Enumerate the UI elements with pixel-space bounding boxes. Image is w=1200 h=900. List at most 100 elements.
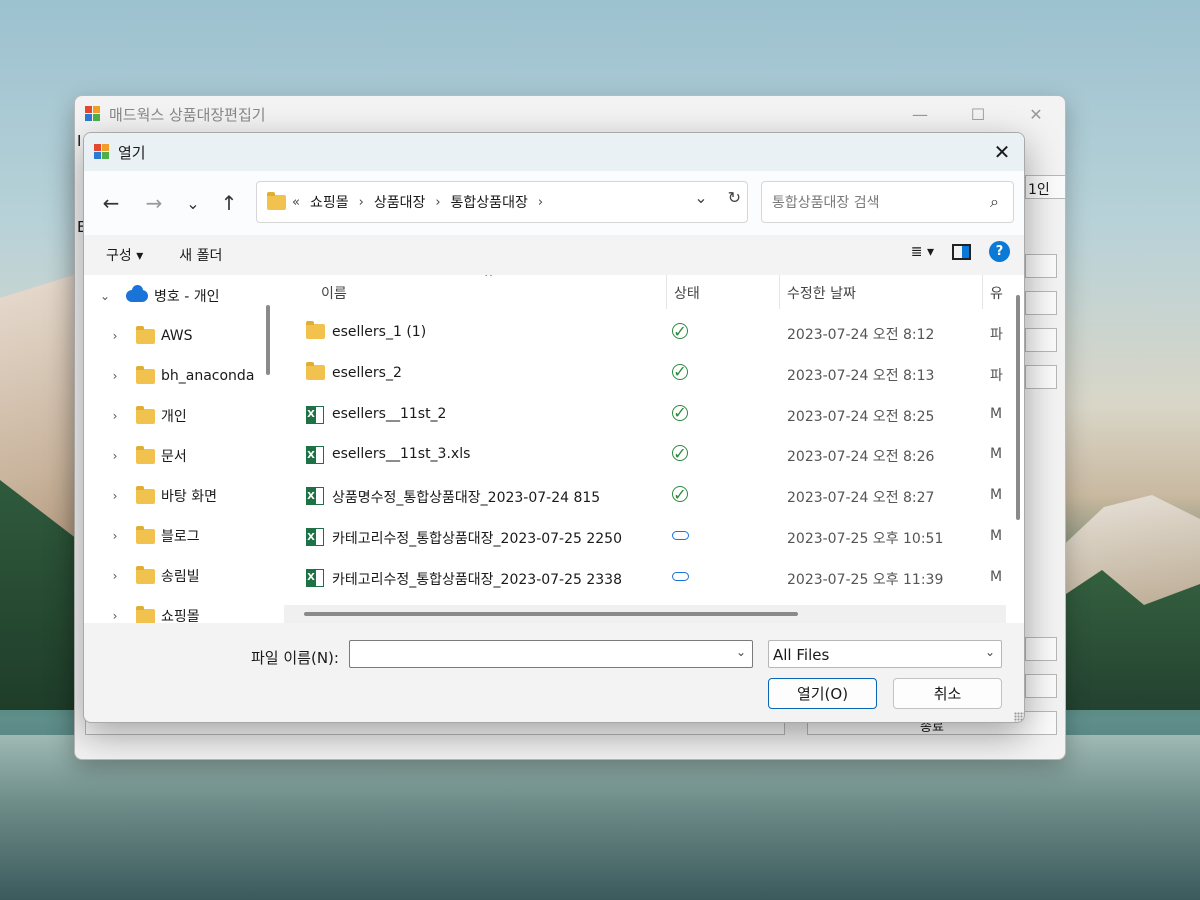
back-icon[interactable]: ← [96,189,126,217]
synced-check-icon: ✓ [672,443,688,463]
tree-item[interactable]: › 송림빌 [108,557,200,595]
chevron-right-icon[interactable]: › [108,329,122,343]
chevron-down-icon[interactable]: ⌄ [98,289,112,303]
chevron-right-icon[interactable]: › [108,489,122,503]
file-date: 2023-07-24 오전 8:25 [787,408,935,425]
tree-item-label: AWS [161,328,193,344]
column-divider[interactable] [982,275,983,309]
folder-icon [136,405,155,424]
file-list: ^ 이름 상태 수정한 날짜 유 esellers_1 (1) ✓ 2023-07-… [284,275,1024,623]
cancel-button[interactable]: 취소 [893,678,1002,709]
close-icon[interactable]: ✕ [1007,96,1065,132]
search-icon[interactable]: ⌕ [990,192,999,212]
parent-side-button-2[interactable] [1025,291,1057,315]
column-divider[interactable] [666,275,667,309]
file-row[interactable]: esellers__11st_3.xls ✓ 2023-07-24 오전 8:26 M [284,435,1004,475]
column-header-modified[interactable]: 수정한 날짜 [787,283,856,303]
refresh-icon[interactable]: ↻ [728,188,741,207]
close-icon[interactable]: ✕ [986,136,1018,168]
parent-side-button-5[interactable] [1025,637,1057,661]
parent-side-button-3[interactable] [1025,328,1057,352]
tree-item[interactable]: › 문서 [108,437,187,475]
tree-item[interactable]: › bh_anaconda [108,357,254,395]
forward-icon[interactable]: → [139,189,169,217]
maximize-icon[interactable]: ☐ [949,96,1007,132]
address-bar[interactable]: « 쇼핑몰 › 상품대장 › 통합상품대장 › ⌄ ↻ [256,181,748,223]
breadcrumb-item[interactable]: 통합상품대장 [451,192,528,212]
organize-menu-button[interactable]: 구성 ▾ [106,245,143,265]
filename-label: 파일 이름(N): [251,649,339,667]
filetype-select[interactable]: All Files ⌄ [768,640,1002,668]
filetype-value: All Files [773,646,830,664]
breadcrumb-item[interactable]: 상품대장 [374,192,426,212]
file-type: 파 [990,367,1003,384]
breadcrumb-separator[interactable]: › [538,195,543,210]
up-icon[interactable]: ↑ [214,189,244,217]
folder-icon [136,525,155,544]
chevron-right-icon[interactable]: › [108,609,122,623]
chevron-right-icon[interactable]: › [108,369,122,383]
view-options-icon[interactable]: ≣ ▾ [911,244,934,260]
chevron-down-icon[interactable]: ⌄ [985,645,995,659]
command-toolbar: 구성 ▾ 새 폴더 ≣ ▾ ? [84,235,1024,275]
file-list-horizontal-scrollbar[interactable] [284,605,1006,623]
file-row[interactable]: esellers_1 (1) ✓ 2023-07-24 오전 8:12 파 [284,313,1004,353]
breadcrumb-separator[interactable]: › [359,195,364,210]
column-divider[interactable] [779,275,780,309]
new-folder-button[interactable]: 새 폴더 [179,245,222,265]
preview-pane-icon[interactable] [952,243,971,260]
address-actions: ⌄ ↻ [694,188,741,207]
address-overflow-icon[interactable]: « [292,195,300,210]
parent-side-button-4[interactable] [1025,365,1057,389]
file-row[interactable]: esellers_2 ✓ 2023-07-24 오전 8:13 파 [284,354,1004,394]
help-icon[interactable]: ? [989,241,1010,262]
breadcrumb-separator[interactable]: › [435,195,440,210]
file-row[interactable]: esellers__11st_2 ✓ 2023-07-24 오전 8:25 M [284,395,1004,435]
recent-locations-icon[interactable]: ⌄ [178,189,208,217]
synced-check-icon: ✓ [672,484,688,504]
search-box[interactable]: 통합상품대장 검색 ⌕ [761,181,1014,223]
dialog-footer: 파일 이름(N): ⌄ All Files ⌄ 열기(O) 취소 [84,623,1024,722]
file-date: 2023-07-24 오전 8:27 [787,490,935,507]
search-input[interactable]: 통합상품대장 검색 [772,192,880,212]
tree-item[interactable]: › AWS [108,317,193,355]
parent-side-button-6[interactable] [1025,674,1057,698]
filename-input[interactable]: ⌄ [349,640,753,668]
open-button[interactable]: 열기(O) [768,678,877,709]
resize-grip[interactable] [1014,712,1024,722]
parent-right-button[interactable]: 1인 [1025,175,1065,199]
tree-item[interactable]: › 바탕 화면 [108,477,217,515]
file-name: 상품명수정_통합상품대장_2023-07-24 815 [332,490,601,507]
chevron-right-icon[interactable]: › [108,529,122,543]
open-file-dialog: 열기 ✕ ← → ⌄ ↑ « 쇼핑몰 › 상품대장 › 통합상품대장 › ⌄ ↻… [83,132,1025,723]
column-header-row: ^ 이름 상태 수정한 날짜 유 [284,275,1024,309]
tree-item-onedrive[interactable]: ⌄ 병호 - 개인 [98,277,219,315]
address-dropdown-icon[interactable]: ⌄ [694,188,707,207]
folder-icon [136,605,155,623]
tree-item[interactable]: › 개인 [108,397,187,435]
column-header-type[interactable]: 유 [990,283,1003,303]
tree-item[interactable]: › 쇼핑몰 [108,597,200,623]
column-header-name[interactable]: 이름 [321,283,347,303]
navigation-scrollbar[interactable] [266,305,270,375]
chevron-right-icon[interactable]: › [108,569,122,583]
tree-item[interactable]: › 블로그 [108,517,200,555]
file-date: 2023-07-25 오후 11:39 [787,571,944,588]
synced-check-icon: ✓ [672,362,688,382]
file-list-vertical-scrollbar[interactable] [1016,295,1020,520]
chevron-down-icon[interactable]: ⌄ [736,645,746,659]
tree-item-label: 개인 [161,409,187,425]
breadcrumb-item[interactable]: 쇼핑몰 [310,192,349,212]
file-row[interactable]: 카테고리수정_통합상품대장_2023-07-25 2338 2023-07-25 … [284,558,1004,598]
navigation-pane: ⌄ 병호 - 개인 › AWS › bh_anaconda › 개인 › 문서 › 바탕 화면 › 블… [84,275,274,623]
file-row[interactable]: 상품명수정_통합상품대장_2023-07-24 815 ✓ 2023-07-24 오… [284,476,1004,516]
file-row[interactable]: 카테고리수정_통합상품대장_2023-07-25 2250 2023-07-25 … [284,517,1004,557]
parent-side-button-1[interactable] [1025,254,1057,278]
minimize-icon[interactable]: — [891,96,949,132]
horizontal-scroll-thumb[interactable] [304,612,798,616]
folder-icon [306,361,325,380]
chevron-right-icon[interactable]: › [108,449,122,463]
chevron-right-icon[interactable]: › [108,409,122,423]
parent-edge-text: I [77,132,82,150]
column-header-status[interactable]: 상태 [674,283,700,303]
